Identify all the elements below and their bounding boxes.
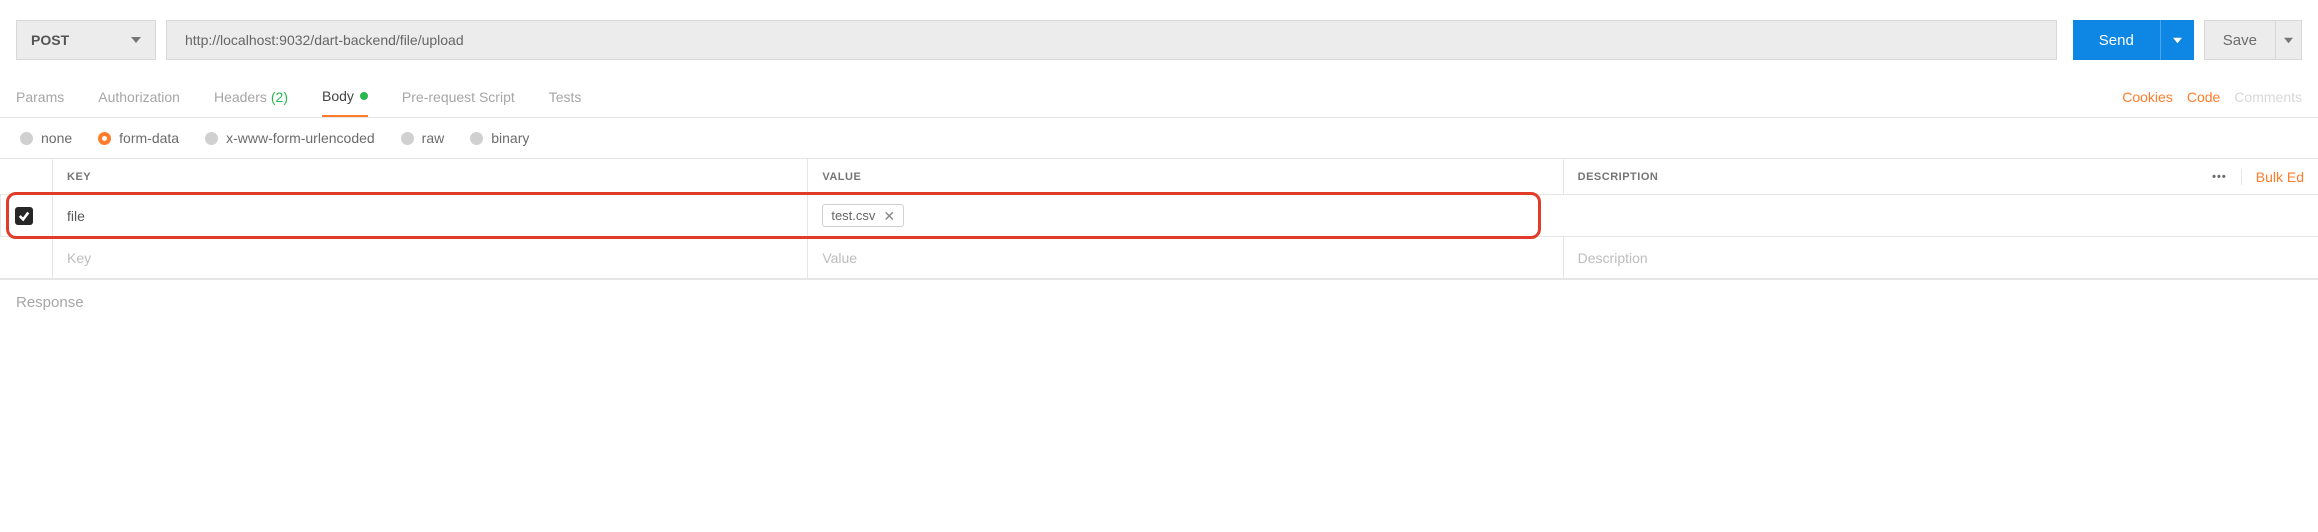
send-dropdown-button[interactable]: [2160, 20, 2194, 60]
tab-tests[interactable]: Tests: [549, 76, 582, 117]
remove-file-icon[interactable]: ✕: [883, 209, 895, 223]
tab-authorization[interactable]: Authorization: [98, 76, 180, 117]
col-header-key: KEY: [52, 159, 807, 194]
form-data-table: KEY VALUE DESCRIPTION ••• Bulk Ed file t…: [0, 158, 2318, 279]
caret-down-icon: [131, 35, 141, 45]
headers-count-badge: (2): [271, 89, 288, 105]
link-code[interactable]: Code: [2187, 89, 2220, 105]
value-placeholder-cell[interactable]: Value: [807, 237, 1562, 278]
link-comments[interactable]: Comments: [2234, 89, 2302, 105]
radio-raw[interactable]: raw: [401, 130, 445, 146]
bulk-edit-link[interactable]: Bulk Ed: [2241, 169, 2304, 185]
radio-none[interactable]: none: [20, 130, 72, 146]
key-cell[interactable]: file: [52, 195, 807, 236]
url-value: http://localhost:9032/dart-backend/file/…: [185, 32, 464, 48]
link-cookies[interactable]: Cookies: [2122, 89, 2173, 105]
value-cell[interactable]: test.csv ✕: [807, 195, 1562, 236]
send-button[interactable]: Send: [2073, 20, 2160, 60]
radio-binary[interactable]: binary: [470, 130, 529, 146]
check-icon: [18, 210, 30, 222]
response-section-header: Response: [0, 279, 2318, 325]
caret-down-icon: [2173, 36, 2182, 45]
save-dropdown-button[interactable]: [2276, 20, 2302, 60]
url-input[interactable]: http://localhost:9032/dart-backend/file/…: [166, 20, 2057, 60]
radio-dot-icon: [20, 132, 33, 145]
save-button[interactable]: Save: [2204, 20, 2276, 60]
http-method-select[interactable]: POST: [16, 20, 156, 60]
tab-body[interactable]: Body: [322, 76, 368, 117]
file-chip-name: test.csv: [831, 208, 875, 223]
body-modified-indicator-icon: [360, 92, 368, 100]
file-chip[interactable]: test.csv ✕: [822, 204, 904, 227]
radio-urlencoded[interactable]: x-www-form-urlencoded: [205, 130, 375, 146]
col-header-value: VALUE: [807, 159, 1562, 194]
table-row-placeholder: Key Value Description: [0, 237, 2318, 279]
radio-dot-icon: [98, 132, 111, 145]
http-method-value: POST: [31, 32, 69, 48]
description-placeholder-cell[interactable]: Description: [1563, 237, 2318, 278]
description-cell[interactable]: [1563, 195, 2318, 236]
radio-dot-icon: [401, 132, 414, 145]
col-header-description: DESCRIPTION: [1578, 171, 1659, 183]
key-placeholder-cell[interactable]: Key: [52, 237, 807, 278]
row-checkbox[interactable]: [15, 207, 33, 225]
tab-params[interactable]: Params: [16, 76, 64, 117]
tab-pre-request[interactable]: Pre-request Script: [402, 76, 515, 117]
radio-form-data[interactable]: form-data: [98, 130, 179, 146]
radio-dot-icon: [205, 132, 218, 145]
radio-dot-icon: [470, 132, 483, 145]
caret-down-icon: [2284, 36, 2293, 45]
tab-headers[interactable]: Headers (2): [214, 76, 288, 117]
table-row: file test.csv ✕: [0, 195, 2318, 237]
more-options-icon[interactable]: •••: [2212, 171, 2227, 183]
